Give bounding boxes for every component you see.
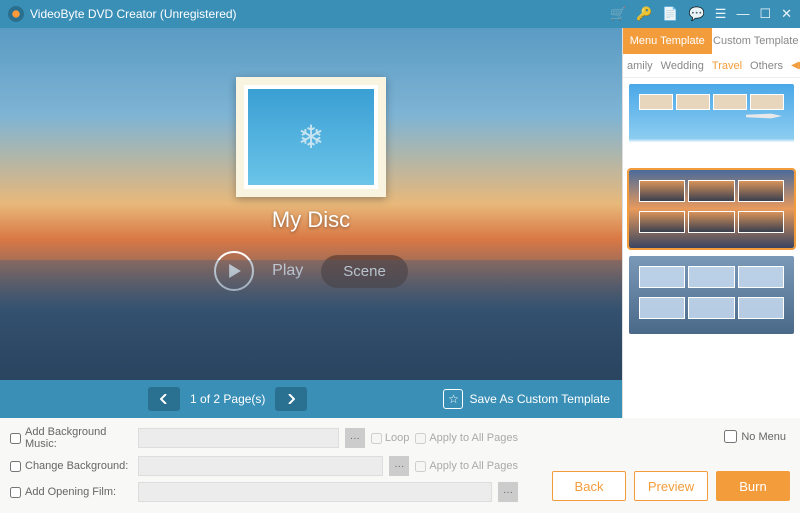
preview-button[interactable]: Preview bbox=[634, 471, 708, 501]
reflection-overlay bbox=[0, 260, 622, 380]
template-item-sky[interactable] bbox=[629, 84, 794, 162]
snowflake-icon: ❄ bbox=[248, 89, 374, 185]
option-opening-film-row: Add Opening Film: ··· bbox=[10, 482, 518, 502]
option-bg-music-row: Add Background Music: ··· Loop Apply to … bbox=[10, 426, 518, 450]
loop-checkbox bbox=[371, 433, 382, 444]
add-bg-music-checkbox[interactable] bbox=[10, 433, 21, 444]
titlebar: VideoByte DVD Creator (Unregistered) 🛒 🔑… bbox=[0, 0, 800, 28]
page-prev-button[interactable] bbox=[148, 387, 180, 411]
page-next-button[interactable] bbox=[275, 387, 307, 411]
opening-film-label[interactable]: Add Opening Film: bbox=[10, 486, 132, 498]
bg-music-input[interactable] bbox=[138, 428, 339, 448]
tab-custom-template[interactable]: Custom Template bbox=[712, 28, 800, 54]
no-menu-checkbox[interactable] bbox=[724, 430, 737, 443]
app-logo-icon bbox=[8, 6, 24, 22]
burn-button[interactable]: Burn bbox=[716, 471, 790, 501]
change-bg-label[interactable]: Change Background: bbox=[10, 460, 132, 472]
minimize-icon[interactable]: — bbox=[736, 6, 749, 22]
template-list bbox=[623, 78, 800, 418]
option-change-bg-row: Change Background: ··· Apply to All Page… bbox=[10, 456, 518, 476]
menu-preview: ❄ My Disc Play Scene bbox=[0, 28, 622, 380]
apply-all-music-checkbox bbox=[415, 433, 426, 444]
no-menu-label: No Menu bbox=[741, 431, 786, 443]
category-others[interactable]: Others bbox=[750, 60, 783, 72]
apply-all-bg-label: Apply to All Pages bbox=[429, 460, 518, 472]
close-icon[interactable]: ✕ bbox=[781, 6, 792, 22]
apply-all-music-label: Apply to All Pages bbox=[429, 432, 518, 444]
add-bg-music-label[interactable]: Add Background Music: bbox=[10, 426, 132, 450]
loop-label: Loop bbox=[385, 432, 409, 444]
chat-icon[interactable]: 💬 bbox=[689, 6, 705, 22]
key-icon[interactable]: 🔑 bbox=[636, 6, 652, 22]
save-template-label: Save As Custom Template bbox=[469, 392, 610, 406]
tab-menu-template[interactable]: Menu Template bbox=[623, 28, 712, 54]
opening-film-input[interactable] bbox=[138, 482, 492, 502]
category-family[interactable]: amily bbox=[627, 60, 653, 72]
category-wedding[interactable]: Wedding bbox=[661, 60, 704, 72]
cart-icon[interactable]: 🛒 bbox=[610, 6, 626, 22]
file-icon[interactable]: 📄 bbox=[662, 6, 678, 22]
chevron-right-icon bbox=[287, 394, 295, 404]
apply-all-bg-checkbox bbox=[415, 461, 426, 472]
bg-music-browse-button[interactable]: ··· bbox=[345, 428, 365, 448]
category-scroll-icon[interactable]: ◀▶ bbox=[791, 60, 800, 71]
opening-film-checkbox[interactable] bbox=[10, 487, 21, 498]
star-icon: ☆ bbox=[443, 389, 463, 409]
template-item-sunset[interactable] bbox=[629, 170, 794, 248]
category-row: amily Wedding Travel Others ◀▶ bbox=[623, 54, 800, 78]
page-indicator: 1 of 2 Page(s) bbox=[190, 392, 265, 406]
change-bg-input[interactable] bbox=[138, 456, 383, 476]
category-travel[interactable]: Travel bbox=[712, 60, 742, 72]
back-button[interactable]: Back bbox=[552, 471, 626, 501]
change-bg-browse-button[interactable]: ··· bbox=[389, 456, 409, 476]
video-thumbnail-frame[interactable]: ❄ bbox=[236, 77, 386, 197]
app-title: VideoByte DVD Creator (Unregistered) bbox=[30, 7, 610, 21]
change-bg-checkbox[interactable] bbox=[10, 461, 21, 472]
menu-icon[interactable]: ☰ bbox=[715, 6, 727, 22]
opening-film-browse-button[interactable]: ··· bbox=[498, 482, 518, 502]
maximize-icon[interactable]: ☐ bbox=[759, 6, 771, 22]
template-item-blur[interactable] bbox=[629, 256, 794, 334]
pager-bar: 1 of 2 Page(s) ☆ Save As Custom Template bbox=[0, 380, 622, 418]
save-as-custom-template[interactable]: ☆ Save As Custom Template bbox=[443, 389, 610, 409]
disc-title[interactable]: My Disc bbox=[272, 207, 350, 233]
window-controls: 🛒 🔑 📄 💬 ☰ — ☐ ✕ bbox=[610, 6, 792, 22]
bottom-panel: Add Background Music: ··· Loop Apply to … bbox=[0, 418, 800, 513]
template-sidebar: Menu Template Custom Template amily Wedd… bbox=[622, 28, 800, 418]
no-menu-option[interactable]: No Menu bbox=[724, 430, 786, 443]
chevron-left-icon bbox=[160, 394, 168, 404]
